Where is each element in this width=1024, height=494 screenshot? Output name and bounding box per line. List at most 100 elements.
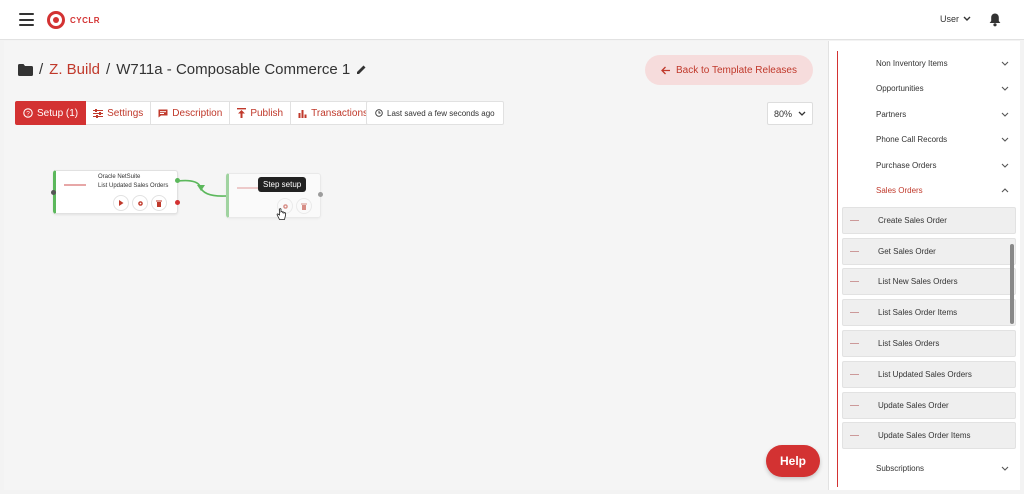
breadcrumb-separator: / [39,61,44,78]
drag-handle [850,220,859,221]
category-label: Non Inventory Items [876,59,948,68]
clock-icon [375,109,383,117]
svg-text:?: ? [26,110,30,117]
save-status-text: Last saved a few seconds ago [387,108,495,118]
tab-description[interactable]: Description [151,101,231,125]
folder-icon[interactable] [18,63,33,76]
tab-label: Publish [250,107,284,119]
builder-area: / Z. Build / W711a - Composable Commerce… [4,41,828,490]
category-non-inventory-items[interactable]: Non Inventory Items [876,59,1009,68]
drag-handle [850,251,859,252]
hand-cursor-icon [276,208,286,220]
back-button-label: Back to Template Releases [676,64,797,76]
tab-label: Setup (1) [37,107,79,119]
breadcrumb: / Z. Build / W711a - Composable Commerce… [18,61,367,78]
run-step-button[interactable] [113,195,129,211]
chevron-down-icon [1001,466,1009,471]
logo-text: CYCLR [70,15,101,25]
method-list-new-sales-orders[interactable]: List New Sales Orders [842,268,1016,295]
method-list-sales-orders[interactable]: List Sales Orders [842,330,1016,357]
tab-settings[interactable]: Settings [86,101,152,125]
help-circle-icon: ? [23,108,33,118]
method-label: Update Sales Order [878,401,949,410]
drag-handle [850,405,859,406]
category-phone-call-records[interactable]: Phone Call Records [876,135,1009,144]
method-get-sales-order[interactable]: Get Sales Order [842,238,1016,265]
method-label: List Updated Sales Orders [878,370,972,379]
cyclr-logo[interactable]: CYCLR [47,11,100,29]
step-setup-button[interactable] [132,195,148,211]
method-label: List Sales Order Items [878,308,958,317]
step-card[interactable]: Oracle NetSuite List Updated Sales Order… [51,170,180,214]
method-label: Create Sales Order [878,216,947,225]
chevron-down-icon [1001,61,1009,66]
tab-label: Transactions [311,107,368,119]
bar-chart-icon [298,109,307,118]
tab-label: Settings [107,107,144,119]
chevron-down-icon [963,16,971,21]
breadcrumb-separator: / [106,61,111,78]
error-port[interactable] [175,200,180,205]
tab-setup[interactable]: ? Setup (1) [15,101,87,125]
connector-methods-sidebar: Non Inventory Items Opportunities Partne… [828,41,1020,490]
drag-handle [850,281,859,282]
step-connector-name: Oracle NetSuite [98,174,141,180]
gear-icon [137,200,143,206]
output-port[interactable] [318,192,323,197]
input-port[interactable] [51,190,56,195]
method-label: Get Sales Order [878,247,936,256]
edit-pencil-icon[interactable] [356,64,367,75]
chevron-up-icon [1001,188,1009,193]
category-label: Purchase Orders [876,161,937,170]
user-menu[interactable]: User [940,14,971,24]
category-sales-orders[interactable]: Sales Orders [876,186,1009,195]
tab-label: Description [172,107,223,119]
tab-publish[interactable]: Publish [230,101,292,125]
method-label: List New Sales Orders [878,277,958,286]
play-icon [119,200,124,206]
sidebar-scrollbar[interactable] [1010,244,1014,324]
workflow-canvas[interactable]: Oracle NetSuite List Updated Sales Order… [4,136,828,490]
category-opportunities[interactable]: Opportunities [876,84,1009,93]
category-label: Partners [876,110,907,119]
delete-step-button[interactable] [296,198,312,214]
sliders-icon [93,108,104,118]
page-title: W711a - Composable Commerce 1 [116,61,351,78]
breadcrumb-folder-link[interactable]: Z. Build [49,61,100,78]
bell-icon[interactable] [988,12,1002,27]
help-button[interactable]: Help [766,445,820,477]
chevron-down-icon [1001,112,1009,117]
method-list-sales-order-items[interactable]: List Sales Order Items [842,299,1016,326]
category-label: Subscriptions [876,464,925,473]
save-status: Last saved a few seconds ago [366,101,504,125]
method-create-sales-order[interactable]: Create Sales Order [842,207,1016,234]
method-update-sales-order-items[interactable]: Update Sales Order Items [842,422,1016,449]
tab-transactions[interactable]: Transactions [291,101,376,125]
step-action-name: List Updated Sales Orders [98,183,169,189]
method-update-sales-order[interactable]: Update Sales Order [842,392,1016,419]
connector-logo [64,184,86,186]
category-partners[interactable]: Partners [876,110,1009,119]
method-label: List Sales Orders [878,339,940,348]
method-list-updated-sales-orders[interactable]: List Updated Sales Orders [842,361,1016,388]
category-label: Phone Call Records [876,135,948,144]
comment-icon [158,109,168,117]
delete-step-button[interactable] [151,195,167,211]
zoom-select[interactable]: 80% [767,102,813,125]
drag-handle [850,374,859,375]
arrow-left-icon [661,66,670,74]
category-purchase-orders[interactable]: Purchase Orders [876,161,1009,170]
back-to-template-releases-button[interactable]: Back to Template Releases [645,55,813,85]
success-port[interactable] [175,178,180,183]
category-label: Opportunities [876,84,924,93]
drag-handle [850,312,859,313]
category-subscriptions[interactable]: Subscriptions [876,464,1009,473]
sidebar-connector-line [837,51,838,487]
trash-icon [301,203,307,210]
builder-tabs: ? Setup (1) Settings Description Publish… [15,101,376,125]
cyclr-logo-icon [47,11,65,29]
hamburger-menu-icon[interactable] [19,13,34,26]
connector-logo [237,187,259,189]
chevron-down-icon [798,111,806,116]
chevron-down-icon [1001,163,1009,168]
